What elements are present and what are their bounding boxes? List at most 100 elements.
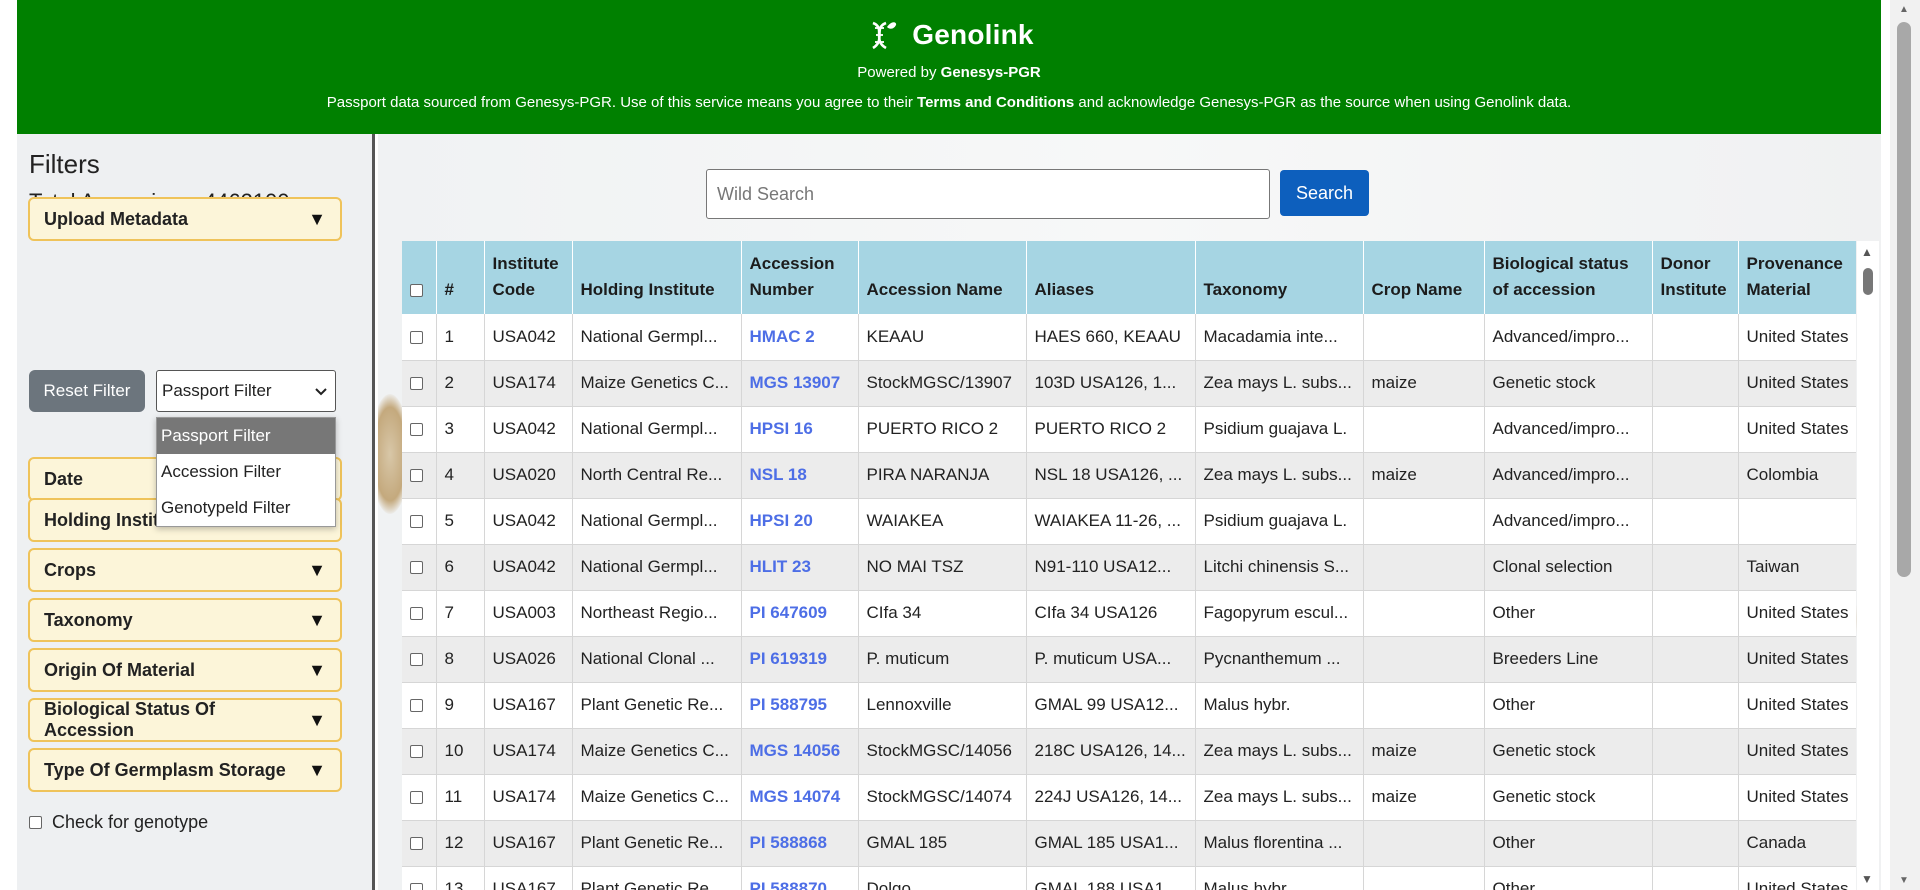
row-checkbox[interactable] [410,607,423,621]
brand[interactable]: Genolink [17,15,1881,55]
accession-number-cell[interactable]: NSL 18 [741,452,859,499]
page-scroll-thumb[interactable] [1897,22,1911,577]
holding-institute-cell: Maize Genetics C... [572,728,742,775]
row-number-cell: 2 [436,360,485,407]
row-checkbox[interactable] [410,469,423,483]
institute-code-cell: USA020 [484,452,573,499]
table-row[interactable]: 10 USA174 Maize Genetics C... MGS 14056 Stoc… [402,728,1856,775]
scroll-up-arrow-icon[interactable]: ▲ [1861,245,1873,259]
row-checkbox[interactable] [410,377,423,391]
search-button[interactable]: Search [1280,170,1369,216]
scroll-up-arrow-icon[interactable]: ▲ [1899,4,1909,15]
accession-number-cell[interactable]: PI 588870 [741,866,859,890]
accession-number-cell[interactable]: HPSI 20 [741,498,859,545]
accession-number-cell[interactable]: MGS 13907 [741,360,859,407]
table-row[interactable]: 3 USA042 National Germpl... HPSI 16 PUERTO R… [402,406,1856,453]
row-number-cell: 7 [436,590,485,637]
row-checkbox[interactable] [410,745,423,759]
filter-origin-of-material[interactable]: Origin Of Material ▼ [28,648,342,692]
table-scrollbar[interactable]: ▲ ▼ [1857,241,1879,890]
row-checkbox[interactable] [410,515,423,529]
column-header[interactable]: Provenance Material [1738,241,1856,314]
column-header[interactable]: Biological status of accession [1484,241,1653,314]
column-header[interactable]: Aliases [1026,241,1196,314]
donor-institute-cell [1652,590,1739,637]
row-checkbox[interactable] [410,330,423,344]
accession-number-cell[interactable]: PI 588868 [741,820,859,867]
column-header[interactable]: Donor Institute [1652,241,1739,314]
table-row[interactable]: 2 USA174 Maize Genetics C... MGS 13907 Stock… [402,360,1856,407]
select-all-checkbox[interactable] [410,284,423,298]
row-checkbox[interactable] [410,423,423,437]
column-header[interactable]: Holding Institute [572,241,742,314]
column-header[interactable]: Accession Number [741,241,859,314]
biological-status-cell: Genetic stock [1484,774,1653,821]
accession-number-cell[interactable]: HMAC 2 [741,314,859,361]
biological-status-cell: Advanced/impro... [1484,452,1653,499]
option-accession-filter[interactable]: Accession Filter [157,454,335,490]
accession-number-cell[interactable]: PI 619319 [741,636,859,683]
filter-crops[interactable]: Crops ▼ [28,548,342,592]
column-header[interactable]: Accession Name [858,241,1027,314]
biological-status-cell: Other [1484,590,1653,637]
accession-number-cell[interactable]: PI 647609 [741,590,859,637]
column-header[interactable]: Institute Code [484,241,573,314]
row-checkbox[interactable] [410,699,423,713]
scroll-down-arrow-icon[interactable]: ▼ [1899,875,1909,886]
table-row[interactable]: 13 USA167 Plant Genetic Re... PI 588870 Dolg… [402,866,1856,890]
filter-crops-label: Crops [44,559,97,580]
terms-link[interactable]: Terms and Conditions [917,94,1074,111]
page-scrollbar[interactable]: ▲ ▼ [1890,0,1920,890]
accession-number-cell[interactable]: HLIT 23 [741,544,859,591]
chevron-down-icon [315,383,327,399]
accession-number-cell[interactable]: MGS 14056 [741,728,859,775]
row-checkbox[interactable] [410,883,423,890]
wild-search-input[interactable]: Wild Search [706,169,1270,219]
table-row[interactable]: 1 USA042 National Germpl... HMAC 2 KEAAU HAES… [402,314,1856,361]
table-row[interactable]: 7 USA003 Northeast Regio... PI 647609 CIfa 3… [402,590,1856,637]
table-row[interactable]: 9 USA167 Plant Genetic Re... PI 588795 Lenno… [402,682,1856,729]
accession-number-cell[interactable]: MGS 14074 [741,774,859,821]
option-passport-filter[interactable]: Passport Filter [157,418,335,454]
biological-status-cell: Other [1484,866,1653,890]
accession-number-cell[interactable]: HPSI 16 [741,406,859,453]
column-header[interactable]: # [436,241,485,314]
row-checkbox[interactable] [410,791,423,805]
row-select-cell [402,866,437,890]
table-row[interactable]: 12 USA167 Plant Genetic Re... PI 588868 GMAL… [402,820,1856,867]
aliases-cell: WAIAKEA 11-26, ... [1026,498,1196,545]
scroll-down-arrow-icon[interactable]: ▼ [1861,872,1873,886]
institute-code-cell: USA167 [484,682,573,729]
column-header[interactable]: Taxonomy [1195,241,1364,314]
row-number-cell: 4 [436,452,485,499]
row-checkbox[interactable] [410,837,423,851]
provenance-material-cell: United States [1738,682,1856,729]
taxonomy-cell: Malus florentina ... [1195,820,1364,867]
institute-code-cell: USA174 [484,774,573,821]
row-select-cell [402,452,437,499]
filter-taxonomy[interactable]: Taxonomy ▼ [28,598,342,642]
institute-code-cell: USA003 [484,590,573,637]
column-header[interactable]: Crop Name [1363,241,1485,314]
table-row[interactable]: 4 USA020 North Central Re... NSL 18 PIRA NAR… [402,452,1856,499]
reset-filter-button[interactable]: Reset Filter [29,370,145,412]
table-row[interactable]: 5 USA042 National Germpl... HPSI 20 WAIAKEA W… [402,498,1856,545]
genotype-checkbox[interactable] [29,816,42,829]
accession-number-cell[interactable]: PI 588795 [741,682,859,729]
filter-biological-status[interactable]: Biological Status Of Accession ▼ [28,698,342,742]
crop-name-cell [1363,544,1485,591]
row-checkbox[interactable] [410,561,423,575]
institute-code-cell: USA042 [484,544,573,591]
filter-germplasm-storage[interactable]: Type Of Germplasm Storage ▼ [28,748,342,792]
table-row[interactable]: 6 USA042 National Germpl... HLIT 23 NO MAI T… [402,544,1856,591]
provenance-material-cell: Canada [1738,820,1856,867]
genotype-check[interactable]: Check for genotype [29,812,208,833]
table-row[interactable]: 8 USA026 National Clonal ... PI 619319 P. mu… [402,636,1856,683]
upload-metadata-toggle[interactable]: Upload Metadata ▼ [28,197,342,241]
table-scroll-thumb[interactable] [1863,268,1873,295]
biological-status-cell: Other [1484,682,1653,729]
filter-type-select[interactable]: Passport Filter [156,370,336,412]
option-genotypeid-filter[interactable]: Genotypeld Filter [157,490,335,526]
row-checkbox[interactable] [410,653,423,667]
table-row[interactable]: 11 USA174 Maize Genetics C... MGS 14074 Stoc… [402,774,1856,821]
